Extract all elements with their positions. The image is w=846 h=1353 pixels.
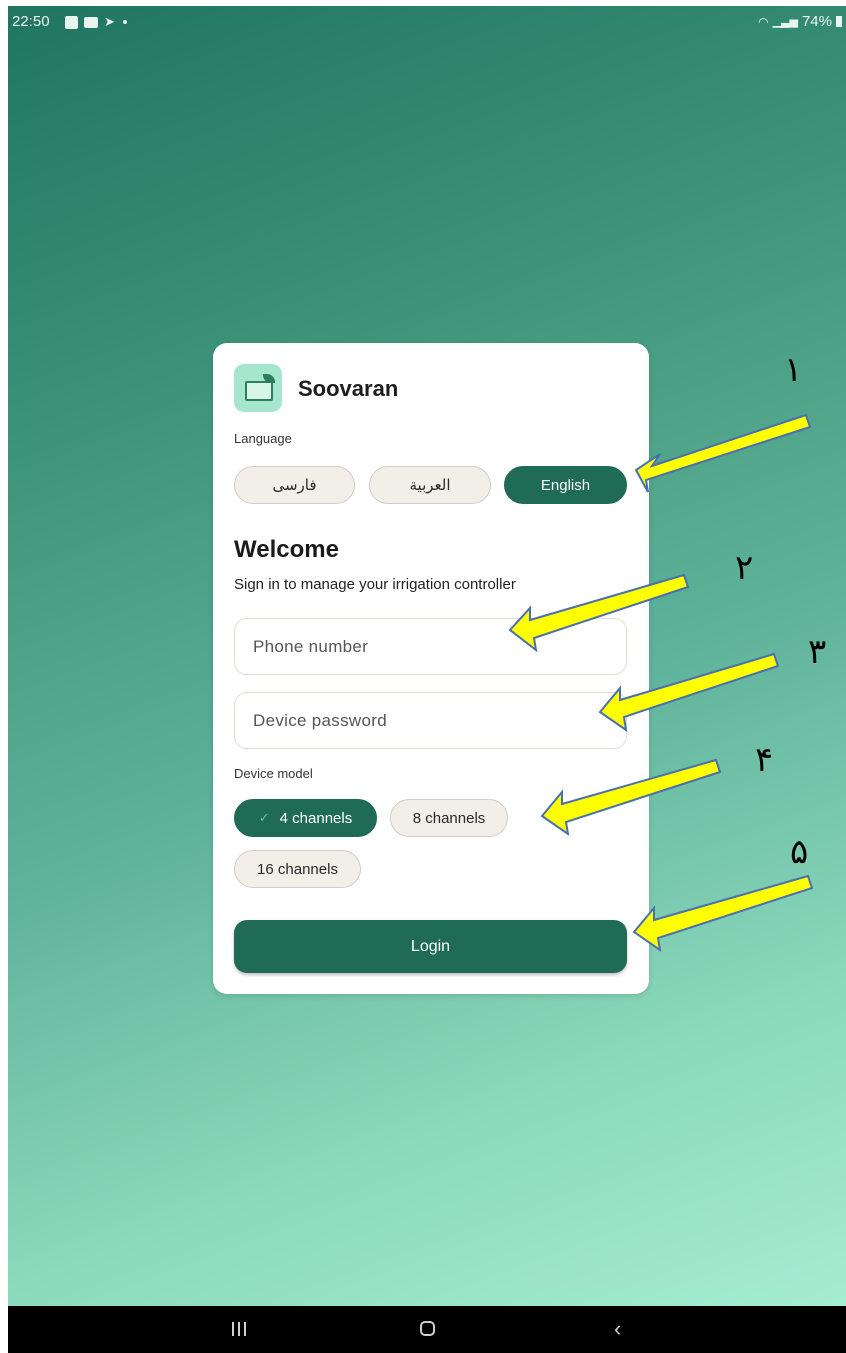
- annotation-arrow-5: [632, 874, 814, 953]
- annotation-arrows: [508, 413, 814, 953]
- annotation-marker-1: ١: [784, 350, 803, 390]
- annotation-arrow-4: [540, 758, 722, 837]
- annotation-arrow-3: [598, 652, 780, 733]
- back-icon[interactable]: ‹: [614, 1316, 621, 1342]
- annotation-marker-2: ٢: [735, 548, 754, 588]
- annotation-arrow-1: [634, 413, 812, 493]
- navigation-bar: ‹: [8, 1306, 846, 1353]
- home-icon[interactable]: [420, 1321, 435, 1336]
- recent-apps-icon[interactable]: [232, 1322, 246, 1336]
- annotation-marker-4: ۴: [755, 740, 774, 780]
- annotation-arrow-2: [508, 573, 690, 653]
- annotation-marker-5: ۵: [790, 832, 809, 872]
- annotation-marker-3: ٣: [808, 632, 827, 672]
